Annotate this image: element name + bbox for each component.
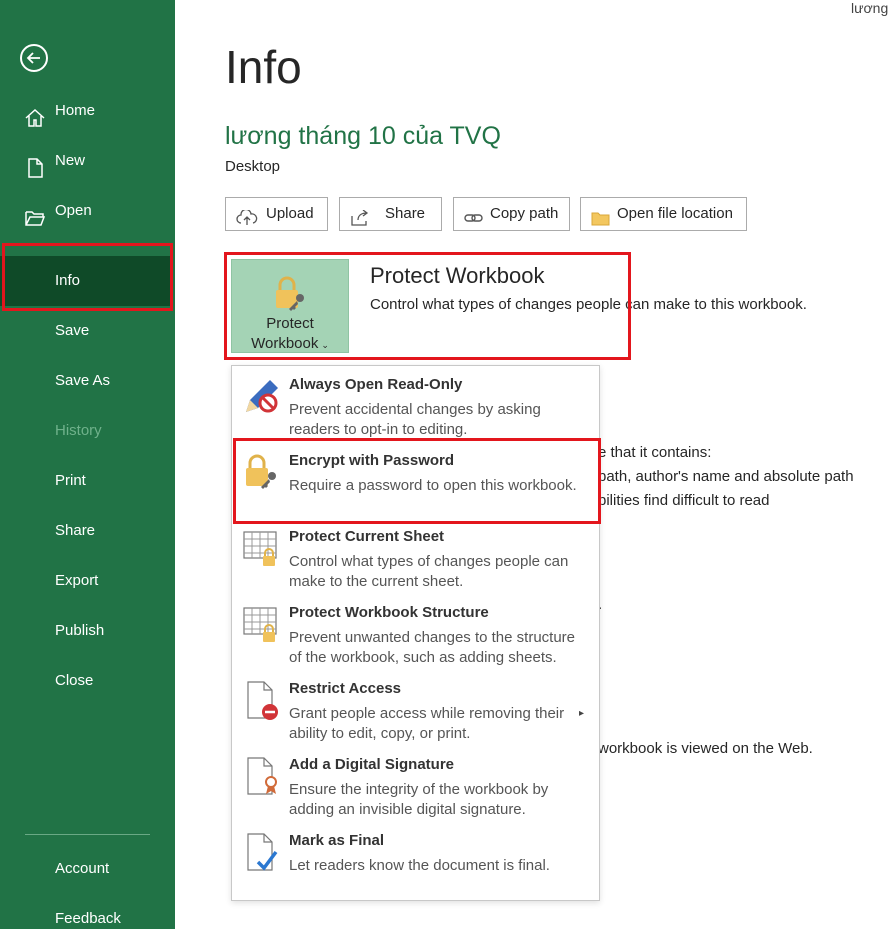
sidebar-item-open[interactable]: Open: [0, 186, 175, 236]
copy-path-label: Copy path: [490, 205, 559, 222]
sidebar-item-feedback[interactable]: Feedback: [0, 894, 175, 944]
open-file-location-label: Open file location: [617, 205, 733, 222]
share-icon: [350, 206, 370, 226]
menu-item-restrict-access[interactable]: Restrict Access Grant people access whil…: [232, 670, 599, 746]
menu-item-desc: Let readers know the document is final.: [289, 857, 550, 874]
open-file-location-button[interactable]: Open file location: [580, 197, 747, 231]
sidebar-item-save[interactable]: Save: [0, 306, 175, 356]
menu-item-title: Protect Workbook Structure: [289, 604, 489, 621]
sidebar-item-label: Feedback: [55, 910, 121, 927]
pencil-no-icon: [242, 376, 282, 416]
sidebar-item-label: Save: [55, 322, 90, 339]
inspect-text-2: path, author's name and absolute path: [598, 468, 854, 485]
link-icon: [464, 206, 484, 222]
workbook-lock-icon: [242, 604, 282, 644]
home-icon: [24, 100, 46, 127]
sidebar-item-save-as[interactable]: Save As: [0, 356, 175, 406]
menu-item-desc: Prevent accidental changes by asking rea…: [289, 401, 541, 438]
encrypt-highlight-box: [233, 438, 601, 524]
share-button[interactable]: Share: [339, 197, 442, 231]
sidebar-item-label: Share: [55, 522, 96, 539]
upload-button[interactable]: Upload: [225, 197, 328, 231]
menu-item-title: Add a Digital Signature: [289, 756, 455, 773]
sheet-lock-icon: [242, 528, 282, 568]
sidebar-item-label: Open: [55, 202, 92, 219]
document-restrict-icon: [242, 680, 282, 720]
signature-ribbon-icon: [242, 756, 282, 796]
sidebar-item-label: Save As: [55, 372, 111, 389]
sidebar-item-history: History: [0, 406, 175, 456]
file-location: Desktop: [225, 158, 281, 175]
submenu-arrow-icon: ▸: [579, 708, 585, 719]
page-title: Info: [225, 41, 302, 93]
backstage-sidebar: Home New Open Info Save Save As History …: [0, 0, 175, 929]
menu-item-add-digital-signature[interactable]: Add a Digital Signature Ensure the integ…: [232, 746, 599, 822]
menu-item-desc: Grant people access while removing their…: [289, 705, 565, 742]
menu-item-title: Always Open Read-Only: [289, 376, 463, 393]
sidebar-item-label: New: [55, 152, 86, 169]
sidebar-item-publish[interactable]: Publish: [0, 606, 175, 656]
info-highlight-box: [2, 243, 173, 311]
menu-item-always-open-read-only[interactable]: Always Open Read-Only Prevent accidental…: [232, 366, 599, 442]
sidebar-item-print[interactable]: Print: [0, 456, 175, 506]
menu-item-protect-current-sheet[interactable]: Protect Current Sheet Control what types…: [232, 518, 599, 594]
menu-item-protect-workbook-structure[interactable]: Protect Workbook Structure Prevent unwan…: [232, 594, 599, 670]
sidebar-item-label: Account: [55, 860, 110, 877]
copy-path-button[interactable]: Copy path: [453, 197, 570, 231]
folder-icon: [591, 206, 611, 226]
menu-item-mark-as-final[interactable]: Mark as Final Let readers know the docum…: [232, 822, 599, 898]
sidebar-item-label: Print: [55, 472, 86, 489]
sidebar-item-home[interactable]: Home: [0, 86, 175, 136]
sidebar-item-account[interactable]: Account: [0, 844, 175, 894]
sidebar-item-export[interactable]: Export: [0, 556, 175, 606]
share-label: Share: [385, 205, 426, 222]
sidebar-item-label: History: [55, 422, 102, 439]
cloud-upload-icon: [236, 206, 258, 225]
protect-highlight-box: [224, 252, 631, 360]
sidebar-item-label: Export: [55, 572, 99, 589]
menu-item-desc: Ensure the integrity of the workbook by …: [289, 781, 549, 818]
sidebar-item-new[interactable]: New: [0, 136, 175, 186]
menu-item-title: Mark as Final: [289, 832, 385, 849]
sidebar-item-label: Publish: [55, 622, 105, 639]
browser-view-text: workbook is viewed on the Web.: [598, 740, 813, 757]
inspect-text-3: bilities find difficult to read: [598, 492, 770, 509]
menu-item-desc: Control what types of changes people can…: [289, 553, 569, 590]
account-name: lương: [851, 0, 889, 16]
menu-item-desc: Prevent unwanted changes to the structur…: [289, 629, 576, 666]
inspect-text-1: e that it contains:: [598, 444, 712, 461]
file-title: lương tháng 10 của TVQ: [225, 122, 501, 150]
sidebar-divider: [25, 834, 150, 835]
sidebar-item-label: Home: [55, 102, 96, 119]
back-arrow-icon[interactable]: [20, 44, 48, 72]
upload-label: Upload: [266, 205, 314, 222]
document-check-icon: [242, 832, 282, 872]
sidebar-item-share[interactable]: Share: [0, 506, 175, 556]
menu-item-title: Restrict Access: [289, 680, 402, 697]
new-document-icon: [24, 150, 46, 178]
sidebar-item-close[interactable]: Close: [0, 656, 175, 706]
menu-item-title: Protect Current Sheet: [289, 528, 445, 545]
sidebar-item-label: Close: [55, 672, 94, 689]
folder-open-icon: [24, 200, 46, 226]
